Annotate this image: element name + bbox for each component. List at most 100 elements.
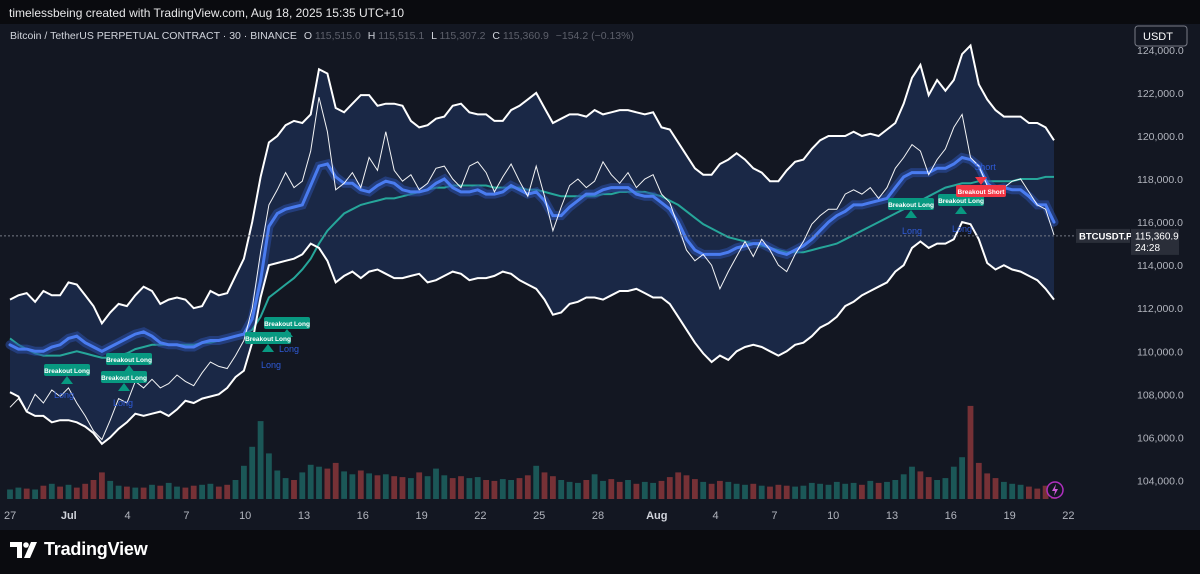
price-axis-label: 118,000.0 (1137, 174, 1183, 186)
volume-bar (950, 466, 957, 499)
ticker-tag-label: BTCUSDT.P (1079, 231, 1133, 242)
price-axis-label: 116,000.0 (1137, 217, 1183, 229)
volume-bar (366, 473, 372, 500)
volume-bar (942, 478, 949, 499)
price-axis-label: 114,000.0 (1137, 260, 1183, 272)
volume-bar (332, 462, 339, 499)
volume-bar (399, 477, 406, 499)
signal-label-text: Breakout Long (264, 321, 310, 328)
volume-bar (616, 481, 623, 499)
volume-bar (550, 476, 556, 499)
volume-bar (165, 482, 172, 500)
volume-bar (140, 487, 147, 499)
volume-bar (483, 480, 489, 499)
volume-bar (299, 472, 306, 499)
time-axis-label: Jul (61, 510, 77, 522)
volume-bar (207, 483, 214, 499)
price-axis-label: 122,000.0 (1137, 88, 1184, 100)
signal-label-text: Breakout Long (101, 375, 147, 382)
volume-bar (132, 487, 139, 499)
volume-bar (641, 481, 648, 499)
price-axis[interactable]: USDT 104,000.0 106,000.0 108,000.0 110,000.… (1130, 24, 1200, 502)
legend-low-value: 115,307.2 (440, 30, 486, 42)
legend-close-value: 115,360.9 (503, 30, 549, 42)
volume-bar (224, 484, 231, 500)
volume-bar (934, 480, 940, 499)
volume-bar (733, 483, 740, 499)
volume-bar (524, 475, 531, 500)
volume-bar (499, 479, 506, 499)
price-axis-label: 124,000.0 (1137, 45, 1184, 57)
time-axis-label: 7 (183, 510, 189, 522)
volume-bar (783, 485, 790, 499)
tradingview-logo-icon (10, 541, 37, 558)
signal-label-text: Breakout Long (938, 198, 984, 205)
time-axis-label: 4 (713, 510, 719, 522)
legend-high-value: 115,515.1 (378, 30, 424, 42)
volume-bar (48, 483, 55, 499)
volume-bar (241, 465, 247, 500)
volume-bar (750, 483, 757, 499)
volume-bar (40, 485, 47, 499)
volume-bar (692, 479, 698, 499)
long-marker: Long (952, 224, 972, 234)
volume-bar (458, 476, 464, 499)
tradingview-logo[interactable]: TradingView (10, 539, 148, 560)
volume-bar (449, 478, 456, 499)
volume-bar (282, 478, 289, 499)
alert-badge[interactable] (1046, 481, 1064, 499)
volume-bar (842, 483, 849, 499)
price-axis-label: 104,000.0 (1137, 476, 1184, 488)
brand-name: TradingView (44, 539, 148, 559)
volume-bar (700, 481, 707, 499)
time-axis-label: 22 (1062, 510, 1074, 522)
volume-bar (884, 481, 890, 499)
volume-bar (817, 483, 823, 499)
signal-label-text: Breakout Long (245, 336, 291, 343)
time-axis-label: 16 (945, 510, 957, 522)
price-axis-label: 112,000.0 (1137, 303, 1183, 315)
time-axis-label: 22 (474, 510, 486, 522)
legend-low-label: L (431, 30, 437, 42)
volume-bar (600, 480, 606, 499)
legend-symbol: Bitcoin / TetherUS PERPETUAL CONTRACT · … (10, 30, 297, 42)
volume-bar (767, 486, 773, 499)
volume-bar (424, 476, 431, 499)
time-axis-label: 19 (1003, 510, 1015, 522)
volume-bar (408, 478, 414, 499)
currency-button-label: USDT (1143, 31, 1173, 43)
legend-open-value: 115,515.0 (315, 30, 361, 42)
volume-bar (875, 482, 882, 500)
volume-bar (925, 477, 932, 499)
time-axis-label: 10 (239, 510, 251, 522)
volume-bar (232, 480, 239, 499)
chart-legend: Bitcoin / TetherUS PERPETUAL CONTRACT · … (10, 30, 634, 42)
signal-label-text: Breakout Long (44, 368, 90, 375)
signal-label-text: Breakout Long (888, 202, 934, 209)
time-axis-label: 28 (592, 510, 604, 522)
volume-bar (266, 453, 272, 499)
volume-bar (416, 472, 423, 499)
volume-bar (541, 472, 548, 499)
price-axis-label: 120,000.0 (1137, 131, 1184, 143)
volume-bar (867, 480, 874, 499)
volume-bar (324, 468, 331, 499)
volume-bar (1017, 484, 1024, 500)
volume-bar (717, 480, 723, 499)
volume-bar (892, 480, 899, 499)
time-axis-label: 13 (886, 510, 898, 522)
time-axis[interactable]: 27 Jul 4 7 10 13 16 19 22 25 28 Aug 4 7 10 13 16 19 22 (0, 502, 1200, 530)
legend-high-label: H (368, 30, 376, 42)
time-axis-label: 25 (533, 510, 545, 522)
volume-bar (900, 474, 907, 499)
chart-panel[interactable]: Breakout Long Breakout Long Breakout Long B… (0, 24, 1200, 530)
volume-bar (57, 486, 63, 499)
price-axis-label: 106,000.0 (1137, 432, 1184, 444)
volume-bar (257, 421, 264, 499)
volume-bar (666, 477, 673, 499)
volume-bar (533, 465, 540, 500)
volume-bar (859, 484, 865, 500)
time-axis-label: Aug (646, 510, 667, 522)
price-chart[interactable]: Breakout Long Breakout Long Breakout Long B… (0, 24, 1200, 530)
volume-bar (675, 472, 682, 499)
